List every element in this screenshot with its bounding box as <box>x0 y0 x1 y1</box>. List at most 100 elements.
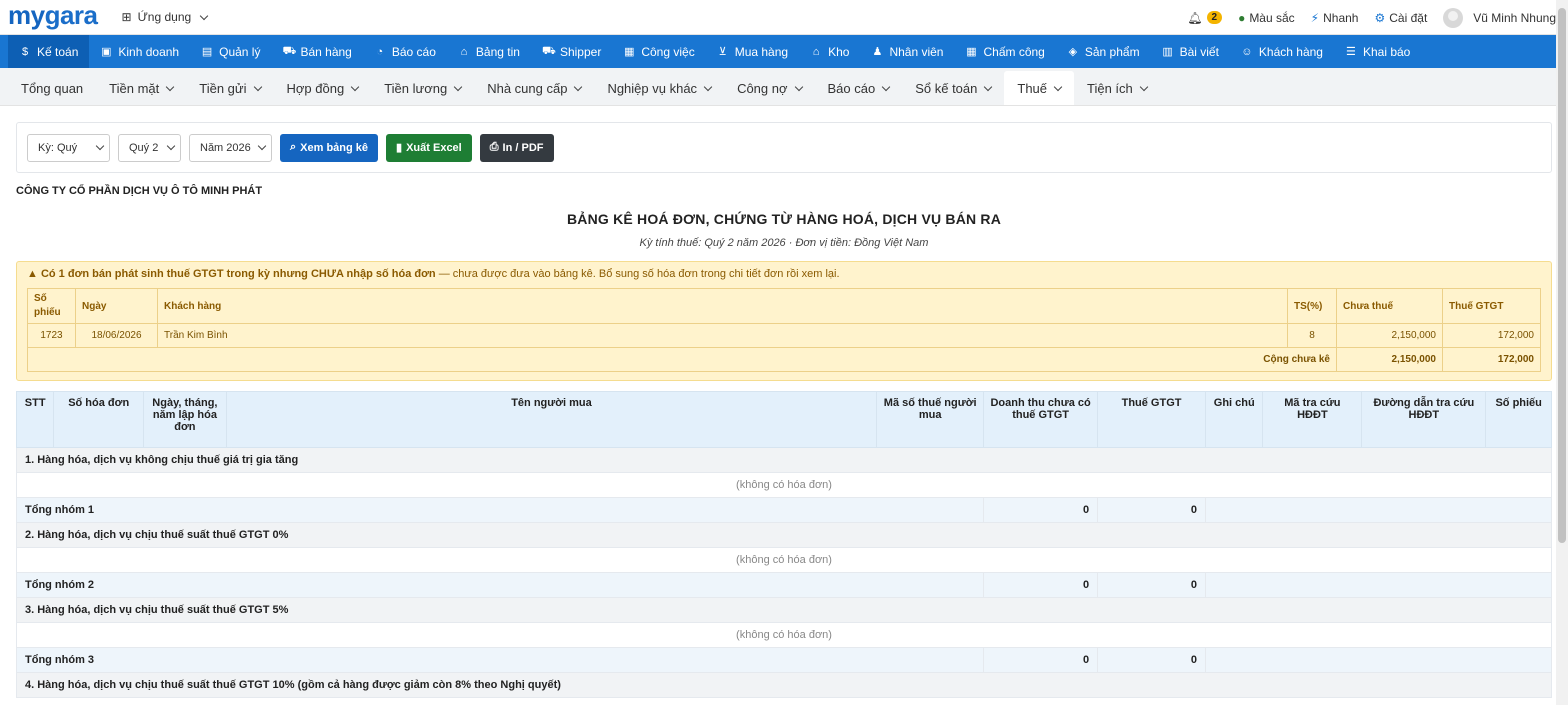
nav-icon: ⌂ <box>460 45 468 58</box>
tab-label: Tổng quan <box>21 80 84 96</box>
tab-label: Báo cáo <box>827 80 876 96</box>
nav-item-15[interactable]: ☰ Khai báo <box>1334 35 1421 68</box>
quick-button[interactable]: ⚡︎ Nhanh <box>1311 11 1359 25</box>
export-excel-button[interactable]: ▮ Xuất Excel <box>386 133 472 162</box>
warning-icon: ▲ <box>27 268 38 280</box>
col-header: Ngày <box>75 288 158 324</box>
nav-item-11[interactable]: ▦ Chấm công <box>954 35 1055 68</box>
nav-item-10[interactable]: ♟ Nhân viên <box>860 35 954 68</box>
tab-label: Nhà cung cấp <box>487 80 568 96</box>
nav-icon: $ <box>21 45 29 58</box>
tab-2[interactable]: Tiền gửi <box>186 71 273 105</box>
user-name: Vũ Minh Nhung <box>1473 10 1556 25</box>
nav-label: Nhân viên <box>889 44 944 59</box>
unlisted-orders-table: Số phiếu Ngày Khách hàng TS(%) Chưa thuế… <box>27 288 1541 372</box>
nav-item-9[interactable]: ⌂ Kho <box>799 35 860 68</box>
nav-icon: ⛟ <box>282 44 297 57</box>
settings-button[interactable]: ⚙ Cài đặt <box>1374 11 1427 25</box>
nav-icon: ♟ <box>872 46 883 58</box>
tab-8[interactable]: Báo cáo <box>815 71 903 105</box>
tab-label: Sổ kế toán <box>915 80 978 96</box>
nav-item-5[interactable]: ⌂ Bảng tin <box>447 35 531 68</box>
sub-nav: Tổng quan Tiền mặt Tiền gửi Hợp đồng Tiền lư… <box>0 68 1568 106</box>
notifications-button[interactable]: 🔔︎ 2 <box>1187 10 1223 25</box>
invoice-table: STT Số hóa đơn Ngày, tháng, năm lập hóa đơ… <box>15 391 1552 698</box>
print-pdf-button[interactable]: ⎙ In / PDF <box>479 133 554 162</box>
logo[interactable]: mygara <box>8 0 98 30</box>
scrollbar-thumb[interactable] <box>1558 8 1566 543</box>
tab-0[interactable]: Tổng quan <box>8 71 96 105</box>
empty-row: (không có hóa đơn) <box>16 622 1552 648</box>
apps-menu[interactable]: ⊞ Ứng dụng <box>122 10 209 24</box>
nav-icon: ◈ <box>1068 46 1078 58</box>
nav-icon: ▤ <box>201 46 213 58</box>
print-icon: ⎙ <box>489 141 499 153</box>
tab-5[interactable]: Nhà cung cấp <box>474 71 594 105</box>
col-header: Thuế GTGT <box>1097 391 1206 448</box>
view-report-button[interactable]: ⌕ Xem bảng kê <box>280 133 379 162</box>
nav-item-7[interactable]: ▦ Công việc <box>612 35 705 68</box>
chevron-down-icon <box>1139 82 1149 91</box>
nav-item-0[interactable]: $ Kế toán <box>8 35 90 68</box>
nav-icon: ☺ <box>1241 45 1253 58</box>
nav-item-1[interactable]: ▣ Kinh doanh <box>89 35 190 68</box>
chevron-down-icon <box>1053 82 1063 91</box>
nav-label: Bảng tin <box>475 44 520 59</box>
nav-label: Khai báo <box>1362 44 1411 59</box>
tab-7[interactable]: Công nợ <box>724 71 814 105</box>
nav-item-6[interactable]: ⛟ Shipper <box>531 35 612 68</box>
chevron-down-icon <box>703 82 713 91</box>
tab-label: Hợp đồng <box>286 80 345 96</box>
filter-panel: Kỳ: Quý Quý 2 Năm 2026 ⌕ Xem bảng kê ▮ Xuấ… <box>16 122 1552 173</box>
year-select[interactable]: Năm 2026 <box>189 133 272 162</box>
tab-6[interactable]: Nghiệp vụ khác <box>594 71 724 105</box>
col-header: Tên người mua <box>225 391 878 448</box>
col-header: Số phiếu <box>1485 391 1552 448</box>
nav-item-12[interactable]: ◈ Sản phẩm <box>1056 35 1151 68</box>
nav-icon: ⛟ <box>541 44 556 57</box>
quarter-select[interactable]: Quý 2 <box>118 133 181 162</box>
nav-item-13[interactable]: ▥ Bài viết <box>1151 35 1230 68</box>
col-header: Ghi chú <box>1204 391 1264 448</box>
group-row: 3. Hàng hóa, dịch vụ chịu thuế suất thuế… <box>16 597 1552 623</box>
user-menu[interactable]: Vũ Minh Nhung <box>1443 7 1556 28</box>
nav-item-8[interactable]: ⊻ Mua hàng <box>706 35 799 68</box>
tab-label: Tiền lương <box>384 80 448 96</box>
period-type-select[interactable]: Kỳ: Quý <box>27 133 110 162</box>
nav-item-14[interactable]: ☺ Khách hàng <box>1230 35 1334 68</box>
table-row[interactable]: 1723 18/06/2026 Trần Kim Bình 8 2,150,00… <box>27 323 1541 348</box>
color-label: Màu sắc <box>1249 10 1295 25</box>
col-header: STT <box>15 391 55 448</box>
group-row: 2. Hàng hóa, dịch vụ chịu thuế suất thuế… <box>16 522 1552 548</box>
bell-icon: 🔔︎ <box>1187 10 1203 25</box>
col-header: Số phiếu <box>27 288 76 324</box>
group-total-row: Tổng nhóm 300 <box>15 647 1552 673</box>
nav-item-4[interactable]: ◔ Báo cáo <box>363 35 447 68</box>
main-nav: $ Kế toán ▣ Kinh doanh ▤ Quản lý ⛟ Bán hàng ◔ Báo… <box>0 35 1568 68</box>
warning-message: ▲ Có 1 đơn bán phát sinh thuế GTGT trong… <box>27 268 840 280</box>
nav-icon: ▦ <box>966 46 977 58</box>
col-header: Doanh thu chưa có thuế GTGT <box>983 391 1099 448</box>
chevron-down-icon <box>881 82 891 91</box>
nav-label: Sản phẩm <box>1084 44 1140 59</box>
chevron-down-icon <box>984 82 993 91</box>
tab-4[interactable]: Tiền lương <box>371 71 474 105</box>
tab-9[interactable]: Sổ kế toán <box>902 71 1004 105</box>
group-row: 4. Hàng hóa, dịch vụ chịu thuế suất thuế… <box>16 672 1552 698</box>
nav-item-2[interactable]: ▤ Quản lý <box>190 35 271 68</box>
tab-label: Nghiệp vụ khác <box>607 80 698 96</box>
nav-label: Chấm công <box>983 44 1045 59</box>
nav-item-3[interactable]: ⛟ Bán hàng <box>271 35 362 68</box>
empty-row: (không có hóa đơn) <box>16 472 1552 498</box>
scrollbar[interactable] <box>1556 0 1568 705</box>
tab-3[interactable]: Hợp đồng <box>274 71 372 105</box>
tab-10[interactable]: Thuế <box>1004 71 1075 105</box>
tab-11[interactable]: Tiện ích <box>1074 71 1160 105</box>
nav-icon: ⊻ <box>718 46 727 58</box>
empty-row: (không có hóa đơn) <box>16 547 1552 573</box>
col-header: Mã số thuế người mua <box>876 391 985 448</box>
col-header: Số hóa đơn <box>53 391 145 448</box>
color-button[interactable]: ● Màu sắc <box>1238 11 1295 25</box>
group-row: 1. Hàng hóa, dịch vụ không chịu thuế giá… <box>16 447 1552 473</box>
tab-1[interactable]: Tiền mặt <box>96 71 186 105</box>
